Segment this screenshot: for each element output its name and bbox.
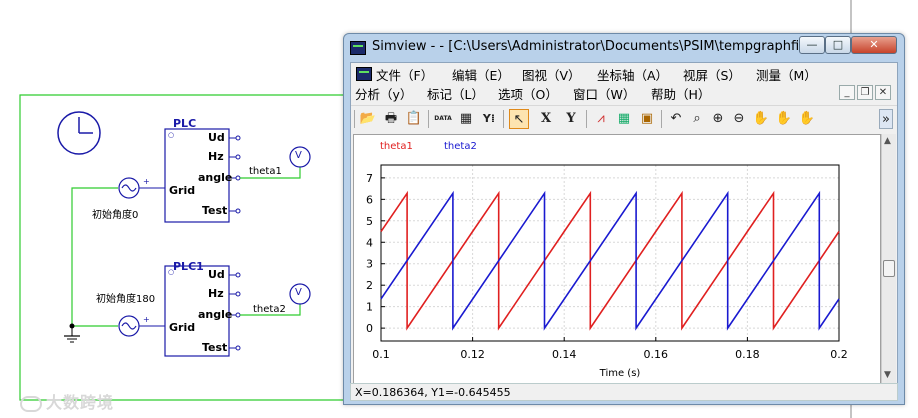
maximize-button[interactable]: □ <box>825 36 851 54</box>
x-axis-label: Time (s) <box>599 368 641 379</box>
window-title: Simview - - [C:\Users\Administrator\Docu… <box>372 39 812 54</box>
scroll-up-arrow-icon[interactable]: ▲ <box>884 136 891 146</box>
menu-screen[interactable]: 视屏（S） <box>683 65 741 84</box>
mdi-minimize-button[interactable]: _ <box>839 85 855 100</box>
port-grid: Grid <box>169 321 196 334</box>
print-icon[interactable]: 🖶 <box>381 109 401 129</box>
port-grid: Grid <box>169 184 196 197</box>
port-ud: Ud <box>208 268 225 281</box>
pointer-icon[interactable]: ↖ <box>509 109 529 129</box>
menu-file[interactable]: 文件（F） <box>376 65 433 84</box>
menu-label[interactable]: 标记（L） <box>427 84 484 103</box>
menu-bar-row1: 文件（F） 编辑（E） 图视（V） 坐标轴（A） 视屏（S） 测量（M） <box>351 65 897 84</box>
y-tick-label: 7 <box>366 172 373 185</box>
screen-layout-icon[interactable]: ▣ <box>637 109 657 129</box>
menu-analysis[interactable]: 分析（y） <box>355 84 412 103</box>
simview-app-icon[interactable] <box>350 41 366 55</box>
mdi-close-button[interactable]: ✕ <box>875 85 891 100</box>
x-tick-label: 0.14 <box>552 348 577 361</box>
x-tick-label: 0.16 <box>644 348 669 361</box>
svg-text:○: ○ <box>168 131 174 139</box>
pan-hand-icon[interactable]: ✋ <box>751 109 771 129</box>
scroll-down-arrow-icon[interactable]: ▼ <box>884 370 891 380</box>
zoom-out-icon[interactable]: ⊖ <box>729 109 749 129</box>
block-plc1-title[interactable]: PLC1 <box>173 260 204 273</box>
menu-help[interactable]: 帮助（H） <box>651 84 710 103</box>
waveform-chart[interactable]: 0 1 2 3 4 5 6 7 0.1 0.12 0.14 0.16 0.18 0.2 Time (s) th… <box>354 135 880 383</box>
series-line-theta1 <box>380 190 840 331</box>
y-tick-label: 2 <box>366 279 373 292</box>
y-tick-label: 0 <box>366 322 373 335</box>
zoom-in-icon[interactable]: ⊕ <box>708 109 728 129</box>
y-tick-label: 3 <box>366 258 373 271</box>
wire-label-theta1: theta1 <box>249 166 282 177</box>
grid-layout-icon[interactable]: ▦ <box>614 109 634 129</box>
watermark-logo-icon <box>20 395 42 412</box>
title-bar[interactable]: Simview - - [C:\Users\Administrator\Docu… <box>344 34 904 62</box>
y-tick-label: 1 <box>366 301 373 314</box>
source1-label: 初始角度0 <box>92 210 139 221</box>
y-tick-label: 5 <box>366 215 373 228</box>
legend-theta2: theta2 <box>444 141 477 152</box>
port-test: Test <box>202 204 228 217</box>
port-hz: Hz <box>208 287 224 300</box>
graph-data-icon[interactable]: ▦ <box>456 109 476 129</box>
port-angle: angle <box>198 308 233 321</box>
port-hz: Hz <box>208 150 224 163</box>
zoom-icon[interactable]: ⌕ <box>687 109 707 129</box>
y-tick-label: 4 <box>366 236 373 249</box>
menu-view[interactable]: 图视（V） <box>522 65 581 84</box>
data-icon[interactable]: DATA <box>433 109 453 129</box>
document-icon[interactable] <box>356 67 372 81</box>
menu-bar-row2: 分析（y） 标记（L） 选项（O） 窗口（W） 帮助（H） _ ❐ ✕ <box>351 84 897 103</box>
toolbar: 📂 🖶 📋 DATA ▦ Y⁞ ↖ X Y ⩘ ▦ ▣ ↶ ⌕ ⊕ ⊖ ✋ ✋ … <box>351 105 897 131</box>
menu-edit[interactable]: 编辑（E） <box>452 65 510 84</box>
wire-label-theta2: theta2 <box>253 304 286 315</box>
block-plc-title[interactable]: PLC <box>173 117 196 130</box>
x-tick-label: 0.2 <box>830 348 848 361</box>
vertical-scrollbar[interactable]: ▲ ▼ <box>881 134 896 384</box>
svg-text:+: + <box>143 315 150 324</box>
menu-window[interactable]: 窗口（W） <box>573 84 635 103</box>
port-test: Test <box>202 341 228 354</box>
legend-theta1: theta1 <box>380 141 413 152</box>
minimize-button[interactable]: — <box>799 36 825 54</box>
menu-axis[interactable]: 坐标轴（A） <box>597 65 668 84</box>
client-area: 文件（F） 编辑（E） 图视（V） 坐标轴（A） 视屏（S） 测量（M） 分析（… <box>350 62 898 399</box>
x-axis-icon[interactable]: X <box>536 109 556 129</box>
undo-icon[interactable]: ↶ <box>666 109 686 129</box>
x-tick-label: 0.18 <box>735 348 760 361</box>
port-ud: Ud <box>208 131 225 144</box>
y-tick-label: 6 <box>366 193 373 206</box>
menu-measure[interactable]: 测量（M） <box>756 65 817 84</box>
mdi-restore-button[interactable]: ❐ <box>857 85 873 100</box>
plot-axes-box <box>380 164 840 342</box>
y-axis-icon[interactable]: Y <box>561 109 581 129</box>
voltmeter-theta1[interactable]: V <box>295 150 302 161</box>
hand-right-icon[interactable]: ✋ <box>797 109 817 129</box>
port-angle: angle <box>198 171 233 184</box>
toolbar-overflow-icon[interactable]: » <box>879 109 893 129</box>
series-line-theta2 <box>380 190 840 331</box>
watermark-text: 大数跨境 <box>46 393 115 412</box>
y-axis-select-icon[interactable]: Y⁞ <box>479 109 499 129</box>
fft-icon[interactable]: ⩘ <box>591 109 611 129</box>
x-tick-label: 0.12 <box>460 348 485 361</box>
clipboard-icon[interactable]: 📋 <box>404 109 424 129</box>
source2-label: 初始角度180 <box>96 294 156 305</box>
svg-text:+: + <box>143 177 150 186</box>
vertical-scroll-thumb[interactable] <box>883 260 895 277</box>
hand-left-icon[interactable]: ✋ <box>774 109 794 129</box>
close-button[interactable]: ✕ <box>851 36 897 54</box>
voltmeter-theta2[interactable]: V <box>295 287 302 298</box>
watermark: 大数跨境 <box>20 389 114 413</box>
simview-window[interactable]: Simview - - [C:\Users\Administrator\Docu… <box>343 33 905 405</box>
open-folder-icon[interactable]: 📂 <box>358 109 378 129</box>
x-tick-label: 0.1 <box>372 348 390 361</box>
menu-options[interactable]: 选项（O） <box>498 84 558 103</box>
status-bar: X=0.186364, Y1=-0.645455 <box>350 383 898 401</box>
plot-area[interactable]: 0 1 2 3 4 5 6 7 0.1 0.12 0.14 0.16 0.18 0.2 Time (s) th… <box>353 134 881 384</box>
